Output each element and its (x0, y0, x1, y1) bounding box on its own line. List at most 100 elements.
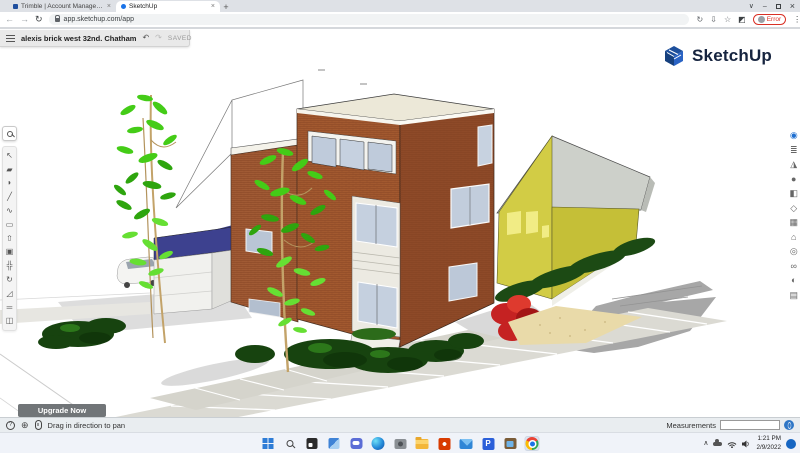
sketchup-status-bar: ? ⊕ Drag in direction to pan Measurement… (0, 417, 800, 432)
maximize-icon[interactable] (776, 4, 781, 9)
close-window-icon[interactable]: × (790, 1, 795, 11)
panel-components-icon[interactable]: ◮ (790, 160, 797, 169)
task-view-icon[interactable] (305, 436, 320, 451)
panel-scenes-icon[interactable]: ▦ (789, 218, 798, 227)
file-explorer-icon[interactable] (415, 436, 430, 451)
tab-close-icon[interactable]: × (107, 3, 111, 10)
system-tray: ∧ 1:21 PM 2/9/2022 (703, 433, 796, 453)
tool-paint-bucket[interactable]: ◗ (3, 177, 16, 191)
sync-icon[interactable]: ↻ (697, 16, 704, 24)
tool-move[interactable]: ╬ (3, 259, 16, 273)
mouse-hint-icon (35, 420, 42, 430)
profile-error-badge[interactable]: Error (753, 14, 786, 25)
measurements-input[interactable] (720, 420, 780, 430)
tool-scale[interactable]: ◿ (3, 287, 16, 301)
redo-icon[interactable]: ↷ (155, 34, 162, 42)
menu-hamburger-icon[interactable] (6, 35, 15, 42)
paint-app-icon[interactable]: P (481, 436, 496, 451)
undo-icon[interactable]: ↶ (142, 34, 149, 42)
panel-styles-icon[interactable]: ◧ (789, 189, 798, 198)
tool-eraser[interactable]: ▰ (3, 163, 16, 177)
tab-close-icon[interactable]: × (211, 3, 215, 10)
browser-tab-trimble[interactable]: Trimble | Account Management × (8, 1, 116, 12)
mail-app-icon[interactable] (459, 436, 474, 451)
globe-icon[interactable]: ⊕ (21, 421, 29, 430)
status-hint-text: Drag in direction to pan (48, 421, 126, 430)
desktop: Trimble | Account Management × SketchUp … (0, 0, 800, 453)
right-panel-rail: ◉ ≣ ◮ ● ◧ ◇ ▦ ⌂ ◎ ∞ ◐ ▤ (789, 131, 798, 300)
panel-entity-info-icon[interactable]: ◉ (790, 131, 798, 140)
tab-title: SketchUp (129, 3, 208, 10)
forward-icon[interactable]: → (20, 15, 29, 24)
taskbar-icons: P (261, 433, 540, 453)
install-app-icon[interactable]: ⇩ (710, 16, 717, 24)
search-icon (7, 131, 13, 137)
measurements-label: Measurements (666, 421, 716, 430)
saved-status: SAVED (168, 35, 192, 42)
camera-app-icon[interactable] (393, 436, 408, 451)
taskbar-clock[interactable]: 1:21 PM 2/9/2022 (756, 435, 781, 451)
sketchup-file-bar: alexis brick west 32nd. Chatham ↶ ↷ SAVE… (0, 30, 190, 47)
tool-select[interactable]: ↖ (3, 149, 16, 163)
windows-taskbar: P ∧ 1:21 PM 2/9/2022 (0, 432, 800, 453)
onedrive-cloud-icon[interactable] (713, 442, 722, 446)
tool-line[interactable]: ╱ (3, 190, 16, 204)
store-app-icon[interactable] (503, 436, 518, 451)
left-tool-rail: ↖ ▰ ◗ ╱ ∿ ▭ ⇧ ▣ ╬ ↻ ◿ ═ ◫ (2, 126, 17, 331)
tool-strip: ↖ ▰ ◗ ╱ ∿ ▭ ⇧ ▣ ╬ ↻ ◿ ═ ◫ (2, 146, 17, 331)
taskbar-search-icon[interactable] (283, 436, 298, 451)
upgrade-now-button[interactable]: Upgrade Now (18, 404, 106, 417)
wifi-icon[interactable] (727, 440, 737, 448)
extensions-puzzle-icon[interactable]: ◩ (738, 16, 746, 24)
avatar (758, 16, 765, 23)
browser-menu-kebab-icon[interactable]: ⋮ (793, 16, 800, 24)
panel-model-info-icon[interactable]: ▤ (789, 291, 798, 300)
tray-time: 1:21 PM (758, 435, 781, 443)
notification-badge[interactable] (786, 439, 796, 449)
tray-date: 2/9/2022 (756, 444, 781, 452)
toolbar-icons: ↻ ⇩ ☆ ◩ Error ⋮ (697, 14, 800, 25)
measurements-globe-icon[interactable] (784, 420, 794, 430)
minimize-icon[interactable]: – (763, 3, 767, 10)
model-filename[interactable]: alexis brick west 32nd. Chatham (21, 34, 136, 43)
help-icon[interactable]: ? (6, 421, 15, 430)
back-icon[interactable]: ← (5, 15, 14, 24)
edge-browser-icon[interactable] (371, 436, 386, 451)
volume-icon[interactable] (742, 440, 751, 448)
search-tool-button[interactable] (2, 126, 17, 141)
url-text: app.sketchup.com/app (64, 16, 134, 23)
start-button[interactable] (261, 436, 276, 451)
panel-soften-edges-icon[interactable]: ∞ (791, 262, 797, 271)
bookmark-star-icon[interactable]: ☆ (724, 16, 731, 24)
measurements-group: Measurements (666, 420, 794, 430)
tool-freehand[interactable]: ∿ (3, 204, 16, 218)
tool-offset[interactable]: ▣ (3, 246, 16, 260)
sketchup-logo: SketchUp (662, 44, 772, 68)
sketchup-logo-text: SketchUp (692, 46, 772, 66)
panel-materials-icon[interactable]: ● (791, 175, 796, 184)
panel-shadows-icon[interactable]: ◐ (791, 276, 796, 285)
tray-chevron-icon[interactable]: ∧ (703, 440, 708, 447)
panel-display-icon[interactable]: ◎ (790, 247, 798, 256)
reload-icon[interactable]: ↻ (35, 15, 43, 24)
new-tab-button[interactable]: + (220, 1, 232, 12)
tab-search-icon[interactable]: ∨ (749, 2, 754, 10)
panel-instructor-icon[interactable]: ≣ (790, 146, 798, 155)
widgets-icon[interactable] (327, 436, 342, 451)
3d-model-canvas[interactable] (0, 28, 800, 432)
address-bar[interactable]: app.sketchup.com/app (49, 14, 689, 25)
tool-tape-measure[interactable]: ═ (3, 301, 16, 315)
teams-chat-icon[interactable] (349, 436, 364, 451)
tab-title: Trimble | Account Management (21, 3, 104, 10)
browser-tab-sketchup[interactable]: SketchUp × (116, 1, 220, 12)
panel-views-icon[interactable]: ⌂ (791, 233, 796, 242)
browser-tab-strip: Trimble | Account Management × SketchUp … (0, 0, 800, 12)
panel-tags-icon[interactable]: ◇ (790, 204, 797, 213)
chrome-browser-icon[interactable] (525, 436, 540, 451)
office-app-icon[interactable] (437, 436, 452, 451)
tool-push-pull[interactable]: ⇧ (3, 232, 16, 246)
tool-rectangle[interactable]: ▭ (3, 218, 16, 232)
tool-rotate[interactable]: ↻ (3, 273, 16, 287)
sketchup-favicon (121, 4, 126, 9)
tool-section-plane[interactable]: ◫ (3, 315, 16, 329)
